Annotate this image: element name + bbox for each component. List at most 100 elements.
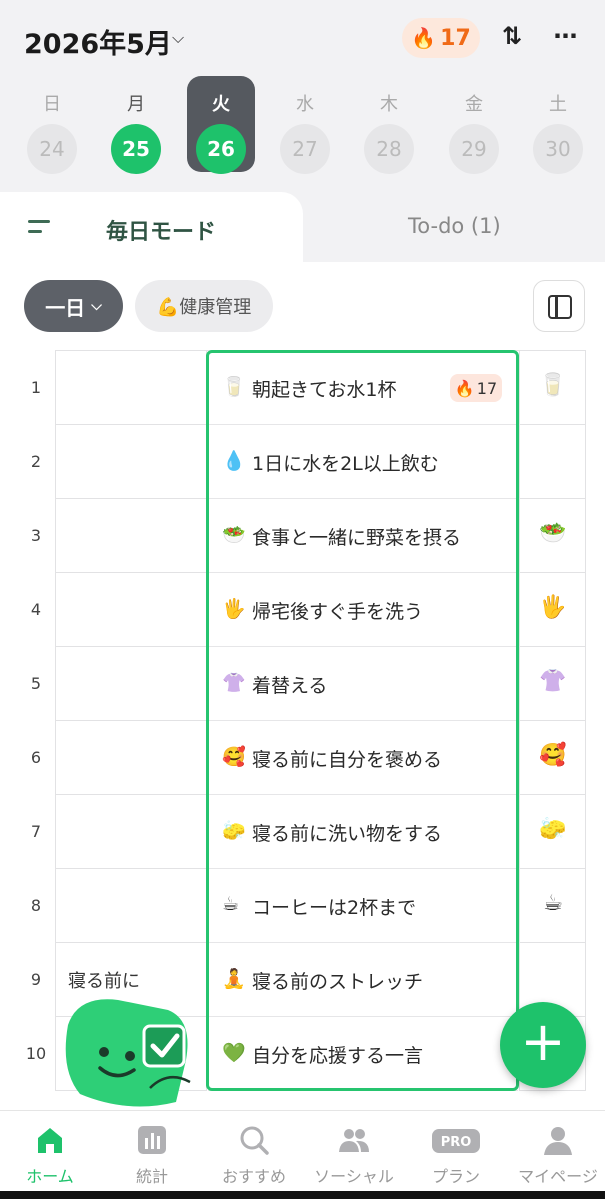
next-day-emoji: 🥛 bbox=[539, 373, 567, 398]
nav-label: 統計 bbox=[135, 1167, 168, 1186]
day-of-week: 火 bbox=[212, 94, 230, 115]
streak-badge[interactable]: 🔥 17 bbox=[402, 18, 480, 58]
previous-day-cell[interactable] bbox=[55, 795, 207, 869]
chevron-down-icon[interactable]: ⌵ bbox=[172, 28, 184, 48]
row-number: 9 bbox=[30, 970, 42, 989]
menu-icon[interactable] bbox=[28, 220, 50, 236]
habit-emoji: 🧘 bbox=[222, 968, 246, 990]
habit-cell[interactable]: 💚 自分を応援する一言 bbox=[208, 1017, 518, 1091]
habit-title: 寝る前に自分を褒める bbox=[252, 749, 443, 771]
previous-day-cell[interactable] bbox=[55, 573, 207, 647]
nav-item-pro[interactable]: PRO プラン bbox=[406, 1111, 506, 1199]
habit-title: 帰宅後すぐ手を洗う bbox=[252, 601, 424, 623]
habit-row: 7 🧽 寝る前に洗い物をする 🧽 bbox=[0, 795, 605, 869]
habit-cell[interactable]: ☕ コーヒーは2杯まで bbox=[208, 869, 518, 943]
habit-cell[interactable]: 💧 1日に水を2L以上飲む bbox=[208, 425, 518, 499]
day-29[interactable]: 金 29 bbox=[440, 76, 508, 174]
previous-day-cell[interactable] bbox=[55, 721, 207, 795]
habit-row: 2 💧 1日に水を2L以上飲む bbox=[0, 425, 605, 499]
previous-day-cell[interactable] bbox=[55, 351, 207, 425]
habit-emoji: 💚 bbox=[222, 1042, 246, 1064]
row-number: 8 bbox=[30, 896, 42, 915]
nav-label: おすすめ bbox=[221, 1167, 286, 1186]
next-day-cell[interactable] bbox=[519, 425, 586, 499]
day-of-week: 日 bbox=[43, 94, 61, 115]
row-number: 3 bbox=[30, 526, 42, 545]
day-date: 29 bbox=[449, 124, 499, 174]
habit-cell[interactable]: 👚 着替える bbox=[208, 647, 518, 721]
previous-day-cell[interactable] bbox=[55, 647, 207, 721]
day-of-week: 水 bbox=[296, 94, 314, 115]
notebook-icon[interactable] bbox=[533, 280, 585, 332]
habit-title: 食事と一緒に野菜を摂る bbox=[252, 527, 462, 549]
streak-badge: 🔥 17 bbox=[450, 374, 502, 402]
nav-item-search[interactable]: おすすめ bbox=[204, 1111, 304, 1199]
row-number: 1 bbox=[30, 378, 42, 397]
day-date: 28 bbox=[364, 124, 414, 174]
habit-emoji: 🥗 bbox=[222, 524, 246, 546]
day-27[interactable]: 水 27 bbox=[271, 76, 339, 174]
nav-label: プラン bbox=[431, 1167, 480, 1186]
pro-icon: PRO bbox=[431, 1123, 481, 1157]
day-25[interactable]: 月 25 bbox=[102, 76, 170, 174]
next-day-cell[interactable]: 🥗 bbox=[519, 499, 586, 573]
habit-cell[interactable]: 🧘 寝る前のストレッチ bbox=[208, 943, 518, 1017]
habit-emoji: 🥰 bbox=[222, 746, 246, 768]
habit-title: 1日に水を2L以上飲む bbox=[252, 453, 439, 475]
habit-cell[interactable]: 🥛 朝起きてお水1杯 🔥 17 bbox=[208, 351, 518, 425]
tab-todo[interactable]: To-do (1) bbox=[408, 214, 501, 238]
streak-count: 17 bbox=[476, 378, 498, 398]
tab-daily-label: 毎日モード bbox=[106, 220, 217, 245]
habit-emoji: 👚 bbox=[222, 672, 246, 694]
search-icon bbox=[237, 1123, 271, 1157]
next-day-cell[interactable]: 🥛 bbox=[519, 351, 586, 425]
add-habit-button[interactable]: + bbox=[500, 1002, 586, 1088]
nav-item-people[interactable]: ソーシャル bbox=[304, 1111, 404, 1199]
habit-emoji: ☕ bbox=[222, 893, 240, 915]
next-day-cell[interactable]: 👚 bbox=[519, 647, 586, 721]
habit-emoji: 🥛 bbox=[222, 376, 246, 398]
mascot-illustration[interactable] bbox=[58, 990, 198, 1110]
day-of-week: 土 bbox=[549, 94, 567, 115]
habit-title: 自分を応援する一言 bbox=[252, 1045, 424, 1067]
fire-icon: 🔥 bbox=[454, 378, 475, 398]
fire-icon: 🔥 bbox=[411, 26, 437, 50]
habit-cell[interactable]: 🥗 食事と一緒に野菜を摂る bbox=[208, 499, 518, 573]
habit-title: 寝る前のストレッチ bbox=[252, 971, 424, 993]
day-of-week: 月 bbox=[127, 94, 145, 115]
svg-text:PRO: PRO bbox=[441, 1135, 472, 1150]
next-day-cell[interactable]: 🖐 bbox=[519, 573, 586, 647]
nav-item-home[interactable]: ホーム bbox=[0, 1111, 100, 1199]
tab-daily-mode[interactable]: 毎日モード bbox=[0, 192, 303, 262]
next-day-cell[interactable]: 🥰 bbox=[519, 721, 586, 795]
day-30[interactable]: 土 30 bbox=[524, 76, 592, 174]
habit-cell[interactable]: 🧽 寝る前に洗い物をする bbox=[208, 795, 518, 869]
month-title[interactable]: 2026年5月 bbox=[24, 22, 172, 61]
next-day-emoji: 🥰 bbox=[539, 743, 567, 768]
day-28[interactable]: 木 28 bbox=[355, 76, 423, 174]
habit-row: 6 🥰 寝る前に自分を褒める 🥰 bbox=[0, 721, 605, 795]
previous-day-cell[interactable] bbox=[55, 499, 207, 573]
next-day-cell[interactable]: 🧽 bbox=[519, 795, 586, 869]
habit-cell[interactable]: 🥰 寝る前に自分を褒める bbox=[208, 721, 518, 795]
next-day-emoji: 🥗 bbox=[539, 521, 567, 546]
previous-day-cell[interactable] bbox=[55, 869, 207, 943]
tag-filter-button[interactable]: 💪健康管理 bbox=[135, 280, 273, 332]
previous-day-cell[interactable] bbox=[55, 425, 207, 499]
habit-emoji: 🖐 bbox=[222, 598, 246, 620]
day-date: 27 bbox=[280, 124, 330, 174]
nav-item-stats[interactable]: 統計 bbox=[102, 1111, 202, 1199]
nav-item-person[interactable]: マイページ bbox=[508, 1111, 605, 1199]
day-24[interactable]: 日 24 bbox=[18, 76, 86, 174]
habit-title: 朝起きてお水1杯 bbox=[252, 379, 397, 401]
row-number: 6 bbox=[30, 748, 42, 767]
habit-title: コーヒーは2杯まで bbox=[252, 897, 417, 919]
habit-cell[interactable]: 🖐 帰宅後すぐ手を洗う bbox=[208, 573, 518, 647]
next-day-cell[interactable]: ☕ bbox=[519, 869, 586, 943]
sort-icon[interactable]: ⇅ bbox=[498, 22, 526, 52]
day-26[interactable]: 火 26 bbox=[187, 76, 255, 174]
habit-row: 8 ☕ コーヒーは2杯まで ☕ bbox=[0, 869, 605, 943]
range-filter-button[interactable]: 一日 ⌵ bbox=[24, 280, 123, 332]
bottom-nav: ホーム 統計 おすすめ ソーシャル PRO プラン マイページ bbox=[0, 1110, 605, 1199]
more-icon[interactable]: ⋯ bbox=[551, 22, 581, 52]
